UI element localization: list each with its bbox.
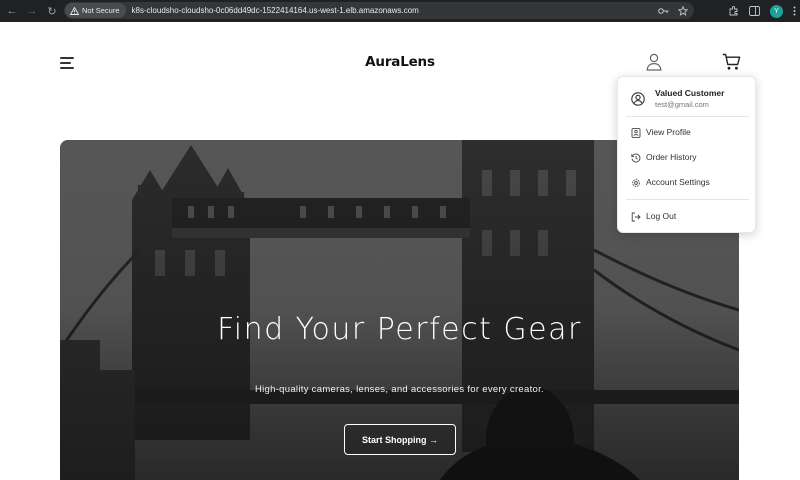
back-arrow-icon[interactable]: ← (4, 3, 20, 19)
start-shopping-button[interactable]: Start Shopping → (344, 424, 456, 455)
bookmark-star-icon[interactable] (678, 5, 688, 16)
account-email: test@gmail.com (655, 100, 709, 109)
menu-item-label: Order History (646, 152, 697, 162)
menu-item-view-profile[interactable]: View Profile (618, 122, 757, 144)
menu-item-label: View Profile (646, 127, 691, 137)
menu-item-account-settings[interactable]: Account Settings (618, 172, 757, 194)
url-text[interactable]: k8s-cloudsho-cloudsho-0c06dd49dc-1522414… (132, 6, 419, 15)
security-chip[interactable]: Not Secure (65, 3, 126, 18)
profile-initial: Y (774, 7, 779, 15)
menu-item-order-history[interactable]: Order History (618, 147, 757, 169)
account-dropdown: Valued Customer test@gmail.com View Prof… (617, 76, 756, 233)
warning-icon (70, 6, 79, 15)
shopping-cart-icon[interactable] (722, 53, 741, 71)
hero-subtitle: High-quality cameras, lenses, and access… (254, 384, 544, 395)
menu-item-label: Log Out (646, 211, 677, 221)
menu-item-log-out[interactable]: Log Out (618, 206, 757, 228)
profile-avatar[interactable]: Y (770, 4, 783, 18)
gear-icon (632, 179, 640, 187)
divider (626, 199, 749, 200)
password-key-icon[interactable] (658, 7, 669, 15)
user-circle-icon (631, 92, 645, 106)
logout-icon (631, 212, 641, 222)
brand-logo[interactable]: AuraLens (0, 54, 800, 70)
forward-arrow-icon[interactable]: → (24, 3, 40, 19)
account-summary: Valued Customer test@gmail.com (618, 77, 757, 117)
account-name: Valued Customer (655, 88, 725, 98)
history-icon (631, 153, 641, 163)
extensions-puzzle-icon[interactable] (729, 6, 739, 16)
security-label: Not Secure (82, 6, 120, 15)
profile-icon (631, 128, 641, 138)
user-account-icon[interactable] (646, 53, 662, 71)
address-bar[interactable]: Not Secure k8s-cloudsho-cloudsho-0c06dd4… (64, 2, 694, 19)
browser-toolbar: ← → ↻ Not Secure k8s-cloudsho-cloudsho-0… (0, 0, 800, 22)
more-menu-icon[interactable] (793, 6, 796, 16)
hero-title: Find Your Perfect Gear (217, 312, 582, 347)
menu-item-label: Account Settings (646, 177, 710, 187)
reload-icon[interactable]: ↻ (44, 3, 60, 19)
divider (626, 116, 749, 117)
sidebar-panel-icon[interactable] (749, 6, 760, 16)
